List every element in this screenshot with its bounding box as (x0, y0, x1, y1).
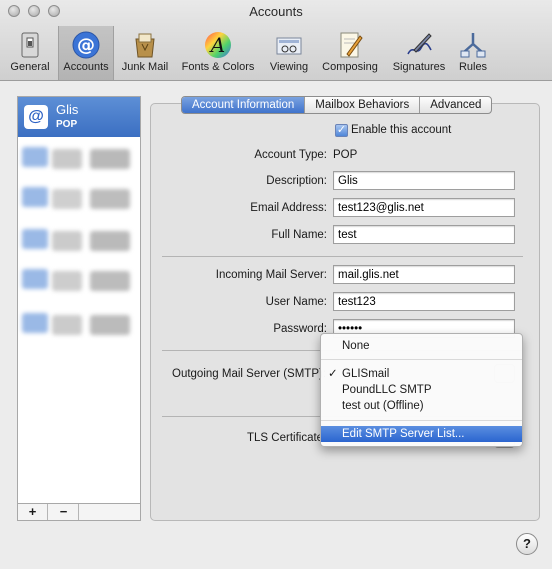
menu-item-label: GLISmail (342, 368, 390, 380)
account-name: Glis (56, 102, 79, 117)
at-sign-icon: @ (24, 105, 48, 129)
toolbar-label: Rules (458, 61, 488, 73)
full-name-label: Full Name: (271, 229, 327, 241)
general-switch-icon (21, 32, 39, 58)
toolbar-general[interactable]: General (4, 26, 56, 80)
menu-item-poundllc-smtp[interactable]: PoundLLC SMTP (321, 382, 522, 398)
account-list-buttons: + − (17, 504, 141, 521)
menu-item-edit-smtp-list[interactable]: Edit SMTP Server List... (321, 426, 522, 442)
tab-mailbox-behaviors[interactable]: Mailbox Behaviors (305, 97, 421, 113)
toolbar-signatures[interactable]: Signatures (386, 26, 452, 80)
fonts-colors-icon: A (205, 32, 231, 58)
menu-separator (321, 420, 522, 421)
password-label: Password: (273, 323, 327, 335)
junk-mail-icon (135, 33, 155, 58)
incoming-server-field[interactable] (333, 265, 515, 284)
tab-bar: Account Information Mailbox Behaviors Ad… (181, 96, 493, 114)
menu-item-label: None (342, 340, 370, 352)
viewing-icon (276, 37, 302, 55)
toolbar-composing[interactable]: Composing (318, 26, 382, 80)
description-label: Description: (266, 175, 327, 187)
enable-account-checkbox[interactable]: ✓ (335, 124, 348, 137)
email-label: Email Address: (250, 202, 327, 214)
remove-account-button[interactable]: − (49, 504, 79, 520)
account-type-label: Account Type: (254, 149, 327, 161)
tab-account-information[interactable]: Account Information (182, 97, 306, 113)
menu-item-label: PoundLLC SMTP (342, 384, 432, 396)
menu-item-label: test out (Offline) (342, 400, 424, 412)
description-field[interactable] (333, 171, 515, 190)
toolbar-rules[interactable]: Rules (454, 26, 492, 80)
toolbar-accounts[interactable]: @ Accounts (58, 26, 114, 80)
user-name-field[interactable] (333, 292, 515, 311)
toolbar-label: Accounts (63, 61, 109, 73)
toolbar-label: Fonts & Colors (181, 61, 255, 73)
account-item-selected[interactable]: @ Glis POP (18, 97, 140, 137)
accounts-list[interactable]: @ Glis POP (17, 96, 141, 504)
toolbar-fonts-colors[interactable]: A Fonts & Colors (176, 26, 260, 80)
smtp-server-menu: None ✓ GLISmail PoundLLC SMTP test out (… (320, 333, 523, 447)
toolbar-viewing[interactable]: Viewing (262, 26, 316, 80)
at-sign-icon: @ (72, 31, 100, 59)
menu-separator (321, 359, 522, 360)
svg-text:@: @ (77, 35, 95, 56)
signatures-icon (407, 33, 432, 55)
account-type: POP (56, 119, 78, 130)
toolbar-junk-mail[interactable]: Junk Mail (116, 26, 174, 80)
tls-certificate-label: TLS Certificate: (247, 432, 327, 444)
composing-icon (340, 32, 363, 58)
enable-account-label: Enable this account (351, 124, 452, 136)
menu-item-none[interactable]: None (321, 338, 522, 354)
incoming-server-label: Incoming Mail Server: (215, 269, 327, 281)
window-chrome: Accounts General @ Accounts Junk Mail A … (0, 0, 552, 81)
toolbar-label: Signatures (392, 61, 446, 73)
toolbar: General @ Accounts Junk Mail A Fonts & C… (0, 26, 552, 80)
svg-text:A: A (209, 33, 225, 57)
menu-item-glismail[interactable]: ✓ GLISmail (321, 366, 522, 382)
toolbar-label: General (10, 61, 50, 73)
account-type-value: POP (333, 149, 358, 161)
section-divider (162, 256, 523, 257)
toolbar-label: Viewing (269, 61, 309, 73)
user-name-label: User Name: (265, 296, 327, 308)
window-title: Accounts (249, 4, 303, 19)
outgoing-server-label: Outgoing Mail Server (SMTP): (172, 368, 327, 380)
menu-item-label: Edit SMTP Server List... (342, 428, 465, 440)
account-settings-panel (150, 103, 540, 521)
tab-advanced[interactable]: Advanced (420, 97, 491, 113)
toolbar-label: Composing (322, 61, 378, 73)
email-field[interactable] (333, 198, 515, 217)
checkmark-icon: ✓ (328, 368, 338, 380)
toolbar-label: Junk Mail (121, 61, 169, 73)
rules-icon (460, 33, 486, 58)
full-name-field[interactable] (333, 225, 515, 244)
help-button[interactable]: ? (516, 533, 538, 555)
menu-item-test-out[interactable]: test out (Offline) (321, 398, 522, 414)
add-account-button[interactable]: + (18, 504, 48, 520)
